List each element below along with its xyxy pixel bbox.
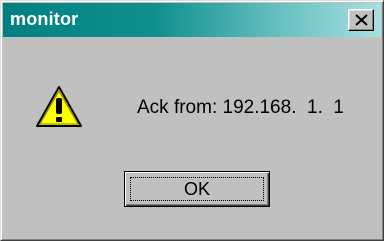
close-icon bbox=[355, 14, 368, 26]
ok-button-label: OK bbox=[183, 179, 210, 199]
window-title: monitor bbox=[10, 9, 79, 29]
title-bar[interactable]: monitor bbox=[3, 3, 381, 37]
ok-button[interactable]: OK bbox=[124, 171, 270, 207]
dialog-message: Ack from: 192.168. 1. 1 bbox=[137, 97, 344, 118]
message-dialog-window: monitor Ack from: 192.168. 1. 1 OK bbox=[0, 0, 384, 241]
warning-icon bbox=[36, 86, 82, 127]
close-button[interactable] bbox=[348, 9, 374, 31]
